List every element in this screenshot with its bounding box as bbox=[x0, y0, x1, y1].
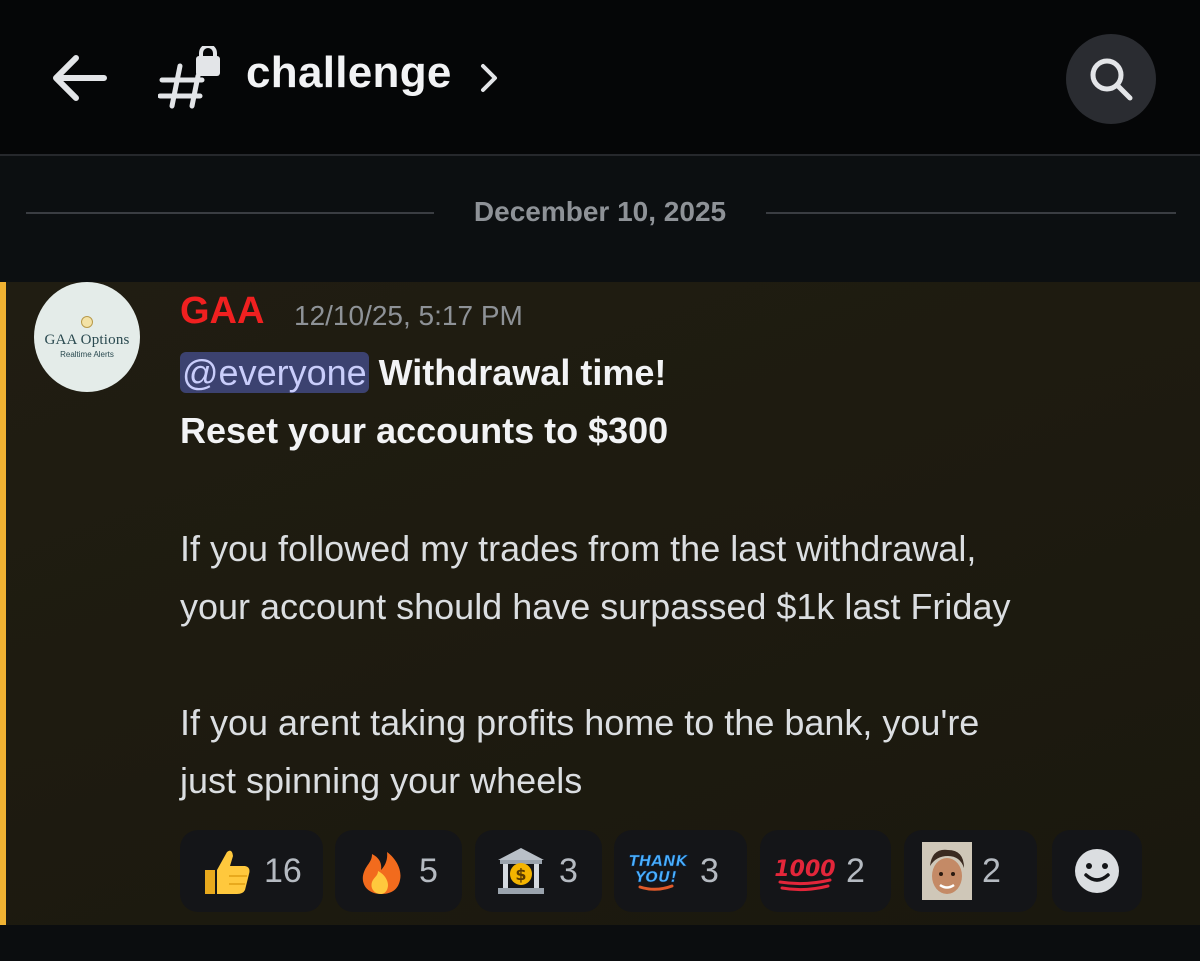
everyone-mention[interactable]: @everyone bbox=[180, 352, 369, 393]
message-line-5: If you arent taking profits home to the … bbox=[180, 702, 980, 743]
face-avatar-icon bbox=[922, 842, 972, 900]
mention-highlight-bar bbox=[0, 282, 6, 925]
logo-coin-icon bbox=[81, 315, 93, 328]
arrow-left-icon bbox=[53, 55, 107, 101]
message-line-3: If you followed my trades from the last … bbox=[180, 528, 977, 569]
message-line-6: just spinning your wheels bbox=[180, 760, 583, 801]
bottom-bar bbox=[0, 925, 1200, 961]
thumbs-up-icon bbox=[198, 843, 254, 899]
back-button[interactable] bbox=[48, 48, 110, 108]
avatar[interactable]: GAA Options Realtime Alerts bbox=[34, 282, 140, 392]
message-text-bold: Withdrawal time! bbox=[368, 352, 667, 393]
add-reaction-button[interactable] bbox=[1052, 830, 1142, 912]
reaction-bank[interactable]: $ 3 bbox=[475, 830, 602, 912]
date-separator: December 10, 2025 bbox=[473, 196, 727, 227]
chevron-right-icon[interactable] bbox=[476, 58, 502, 98]
hundred-icon: 1000 bbox=[774, 843, 836, 899]
reaction-count: 3 bbox=[559, 851, 578, 890]
avatar-logo-title: GAA Options bbox=[44, 331, 130, 348]
message-item[interactable]: GAA Options Realtime Alerts GAA 12/10/25… bbox=[0, 282, 1200, 925]
reaction-custom-face[interactable]: 2 bbox=[904, 830, 1037, 912]
avatar-logo-subtitle: Realtime Alerts bbox=[60, 349, 114, 359]
message-line-4: your account should have surpassed $1k l… bbox=[180, 586, 1011, 627]
reaction-count: 2 bbox=[982, 851, 1001, 890]
svg-text:$: $ bbox=[515, 865, 526, 884]
smiley-icon bbox=[1075, 849, 1119, 893]
fire-icon bbox=[353, 843, 409, 899]
reaction-thumbs-up[interactable]: 16 bbox=[180, 830, 323, 912]
divider-line bbox=[26, 212, 434, 214]
reaction-count: 5 bbox=[419, 851, 438, 890]
search-icon bbox=[1090, 58, 1133, 101]
locked-channel-icon bbox=[157, 44, 222, 110]
search-button[interactable] bbox=[1066, 34, 1156, 124]
reaction-thank-you[interactable]: THANK YOU! 3 bbox=[614, 830, 747, 912]
reaction-fire[interactable]: 5 bbox=[335, 830, 462, 912]
message-timestamp: 12/10/25, 5:17 PM bbox=[294, 300, 523, 331]
author-name[interactable]: GAA bbox=[180, 290, 264, 333]
svg-text:YOU!: YOU! bbox=[635, 868, 677, 886]
reaction-count: 2 bbox=[846, 851, 865, 890]
svg-text:1000: 1000 bbox=[774, 857, 835, 882]
bank-icon: $ bbox=[493, 843, 549, 899]
channel-name[interactable]: challenge bbox=[246, 48, 452, 98]
thank-you-icon: THANK YOU! bbox=[626, 843, 690, 899]
divider-line bbox=[766, 212, 1176, 214]
message-line-2: Reset your accounts to $300 bbox=[180, 410, 669, 451]
reaction-hundred[interactable]: 1000 2 bbox=[760, 830, 891, 912]
reaction-count: 16 bbox=[264, 851, 302, 890]
reaction-count: 3 bbox=[700, 851, 719, 890]
message-line-1: @everyone Withdrawal time! bbox=[180, 352, 666, 394]
